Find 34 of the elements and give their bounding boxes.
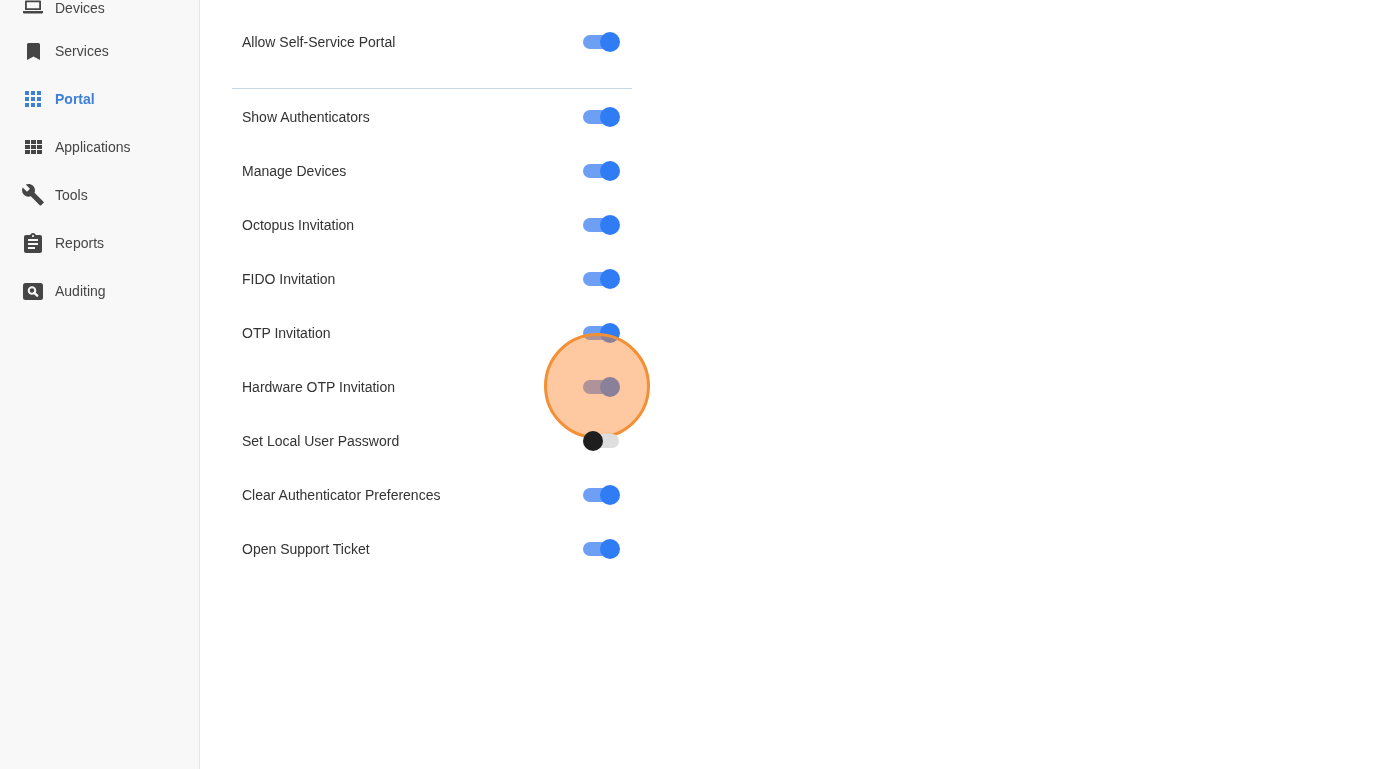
magnifier-icon [23, 282, 43, 300]
setting-label: Show Authenticators [242, 109, 370, 125]
setting-label: OTP Invitation [242, 325, 331, 341]
toggle-switch[interactable] [583, 107, 620, 127]
toggle-switch[interactable] [583, 377, 620, 397]
setting-label: Hardware OTP Invitation [242, 379, 396, 395]
setting-label: Open Support Ticket [242, 541, 370, 557]
toggle-switch[interactable] [583, 431, 620, 451]
sidebar-item[interactable]: Portal [0, 75, 199, 123]
toggle-switch[interactable] [583, 323, 620, 343]
setting-label: Allow Self-Service Portal [242, 34, 396, 50]
setting-label: Octopus Invitation [242, 217, 355, 233]
dot-grid-icon [25, 91, 41, 107]
sidebar-item[interactable]: Tools [0, 171, 199, 219]
clipboard-icon [24, 233, 42, 253]
square-grid-icon [24, 140, 42, 154]
sidebar-item[interactable]: Devices [0, 0, 199, 27]
setting-label: Clear Authenticator Preferences [242, 487, 441, 503]
sidebar-item[interactable]: Reports [0, 219, 199, 267]
toggle-switch[interactable] [583, 215, 620, 235]
bookmark-icon [26, 42, 40, 60]
toggle-switch[interactable] [583, 161, 620, 181]
toggle-switch[interactable] [583, 539, 620, 559]
toggle-switch[interactable] [583, 32, 620, 52]
wrench-icon [22, 184, 44, 206]
setting-label: Manage Devices [242, 163, 347, 179]
sidebar-item[interactable]: Auditing [0, 267, 199, 315]
toggle-switch[interactable] [583, 269, 620, 289]
setting-label: FIDO Invitation [242, 271, 336, 287]
sidebar-item[interactable]: Services [0, 27, 199, 75]
laptop-icon [23, 0, 43, 14]
sidebar-item[interactable]: Applications [0, 123, 199, 171]
setting-label: Set Local User Password [242, 433, 400, 449]
toggle-switch[interactable] [583, 485, 620, 505]
